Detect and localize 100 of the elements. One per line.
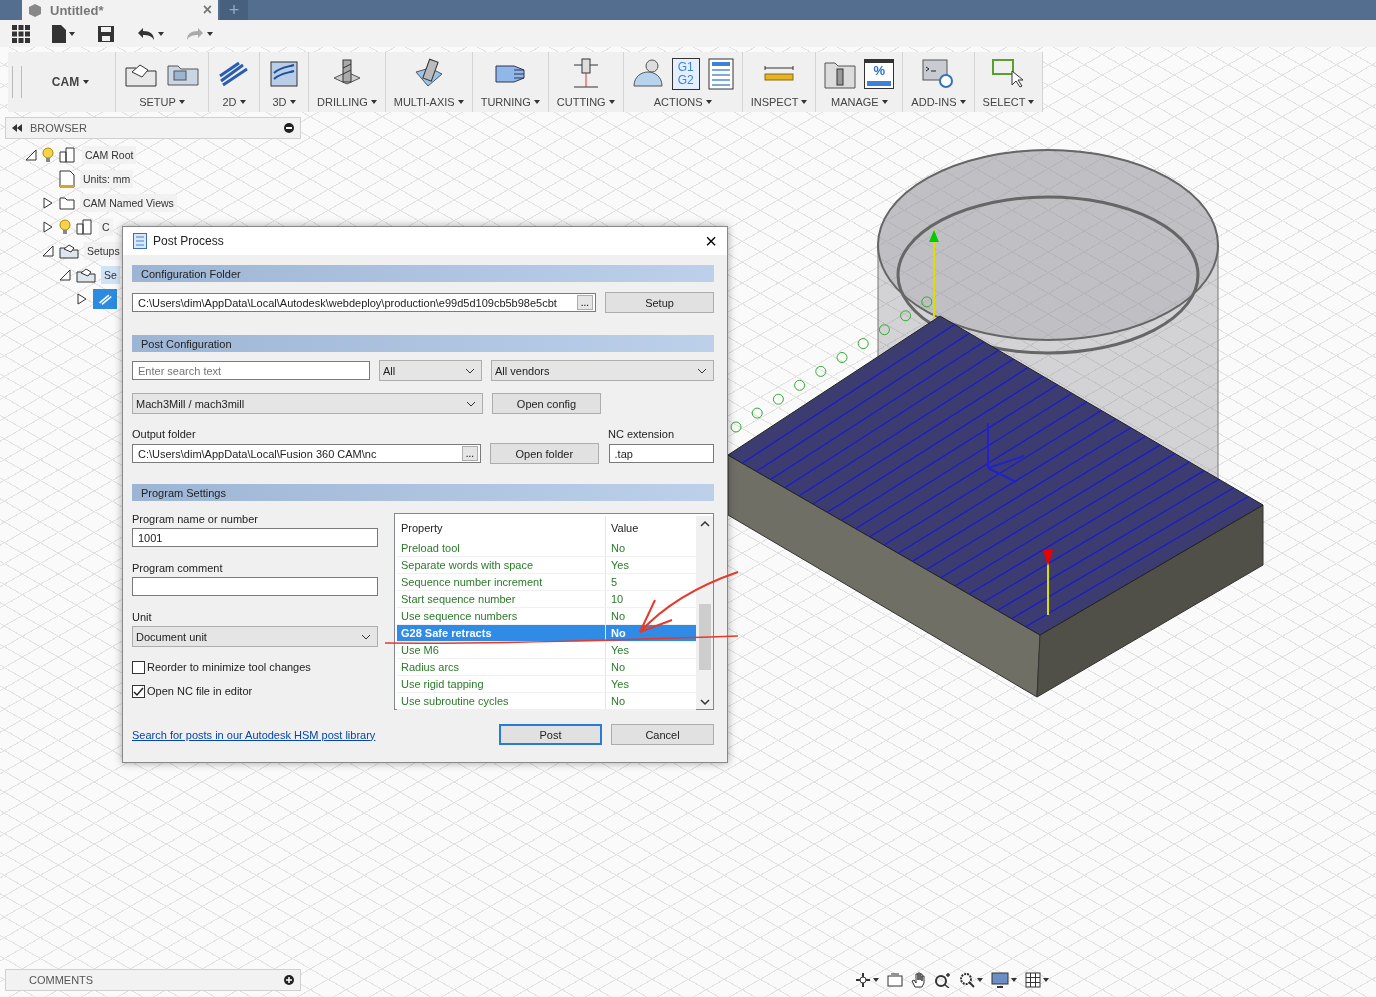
program-name-field[interactable]: 1001 — [132, 528, 378, 547]
file-menu-button[interactable] — [52, 24, 75, 43]
grid-button[interactable] — [1025, 972, 1049, 988]
tab-title: Untitled* — [50, 2, 105, 18]
chevron-down-icon — [697, 367, 707, 374]
grip-handle[interactable] — [12, 66, 22, 98]
caret-icon — [289, 100, 296, 104]
filter-dropdown[interactable]: All — [378, 360, 482, 381]
property-row[interactable]: Preload tool No — [397, 540, 696, 557]
property-row[interactable]: Use M6 Yes — [397, 642, 696, 659]
minus-circle-icon[interactable] — [284, 123, 294, 133]
pan-hand-icon[interactable] — [911, 972, 927, 988]
section-header: Post Configuration — [132, 335, 714, 352]
expand-arrow-icon[interactable] — [42, 197, 54, 209]
look-at-icon[interactable] — [887, 973, 903, 987]
caret-icon — [1028, 100, 1035, 104]
property-row[interactable]: Use subroutine cycles No — [397, 693, 696, 710]
sheet-icon — [707, 58, 734, 90]
collapse-panel-icon[interactable] — [12, 124, 22, 132]
cancel-button[interactable]: Cancel — [611, 724, 714, 745]
post-library-link[interactable]: Search for posts in our Autodesk HSM post library — [132, 728, 499, 741]
post-button[interactable]: Post — [499, 724, 602, 745]
tree-item[interactable]: Se — [101, 266, 120, 284]
caret-icon — [873, 978, 879, 982]
tree-item[interactable]: CAM Named Views — [80, 194, 177, 212]
tree-item[interactable]: Setups — [84, 242, 123, 260]
collapse-arrow-icon[interactable] — [25, 149, 37, 161]
property-row[interactable]: Radius arcs No — [397, 659, 696, 676]
ribbon-menu-button[interactable]: MULTI-AXIS — [393, 96, 464, 108]
ribbon-menu-button[interactable]: ADD-INS — [911, 96, 966, 108]
property-row[interactable]: Separate words with space Yes — [397, 557, 696, 574]
chevron-down-icon — [361, 633, 371, 640]
scroll-down-icon[interactable] — [699, 698, 710, 706]
extension-field[interactable]: .tap — [608, 444, 714, 463]
vendor-dropdown[interactable]: All vendors — [491, 360, 714, 381]
close-tab-button[interactable]: × — [202, 1, 212, 19]
caret-icon — [959, 100, 966, 104]
expand-arrow-icon[interactable] — [76, 293, 88, 305]
panel-title: BROWSER — [30, 122, 88, 134]
path-field[interactable]: C:\Users\dim\AppData\Local\Autodesk\webdeploy\production\e99d5d109cb5b98e5cbt ... — [132, 293, 596, 312]
fit-button[interactable] — [959, 972, 983, 988]
property-row[interactable]: Sequence number increment 5 — [397, 574, 696, 591]
tree-item[interactable]: C — [99, 218, 113, 236]
collapse-arrow-icon[interactable] — [59, 269, 71, 281]
caret-icon — [178, 100, 185, 104]
display-button[interactable] — [991, 972, 1017, 988]
zoom-icon[interactable] — [935, 972, 951, 988]
grid-menu-icon[interactable] — [12, 24, 30, 43]
ribbon-menu-button[interactable]: CUTTING — [556, 96, 615, 108]
caret-icon — [239, 100, 246, 104]
scroll-up-icon[interactable] — [699, 520, 710, 528]
ribbon-menu-button[interactable]: MANAGE — [831, 96, 888, 108]
expand-arrow-icon[interactable] — [42, 221, 54, 233]
ribbon-menu-button[interactable]: SETUP — [139, 96, 185, 108]
ribbon-menu-button[interactable]: 2D — [222, 96, 246, 108]
close-button[interactable]: × — [705, 231, 717, 251]
ribbon-menu-button[interactable]: SELECT — [982, 96, 1035, 108]
tree-item[interactable]: CAM Root — [82, 146, 137, 164]
ribbon-menu-button[interactable]: 3D — [272, 96, 296, 108]
save-icon[interactable] — [97, 24, 115, 43]
open-config-button[interactable]: Open config — [492, 393, 601, 414]
property-row[interactable]: G28 Safe retracts No — [397, 625, 696, 642]
column-header: Value — [610, 521, 640, 536]
unit-dropdown[interactable]: Document unit — [132, 626, 378, 647]
workspace-menu[interactable]: CAM — [26, 52, 116, 112]
ribbon-menu-button[interactable]: INSPECT — [750, 96, 808, 108]
property-row[interactable]: Use rigid tapping Yes — [397, 676, 696, 693]
post-dropdown[interactable]: Mach3Mill / mach3mill — [132, 393, 483, 414]
caret-icon — [83, 80, 90, 84]
browse-button[interactable]: ... — [576, 295, 593, 310]
open-folder-button[interactable]: Open folder — [490, 443, 599, 464]
property-row[interactable]: Start sequence number 10 — [397, 591, 696, 608]
scrollbar-thumb[interactable] — [698, 604, 711, 670]
setup-button[interactable]: Setup — [605, 292, 714, 313]
program-comment-field[interactable] — [132, 577, 378, 596]
ribbon-menu-button[interactable]: TURNING — [480, 96, 540, 108]
redo-button[interactable] — [186, 26, 213, 41]
surface-icon — [268, 59, 300, 89]
caret-icon — [608, 100, 615, 104]
checkbox-label: Open NC file in editor — [147, 685, 253, 697]
collapse-arrow-icon[interactable] — [42, 245, 54, 257]
search-field[interactable]: Enter search text — [132, 361, 370, 380]
tree-item[interactable]: Units: mm — [80, 170, 134, 188]
bulb-icon — [59, 219, 71, 235]
caret-icon — [1043, 978, 1049, 982]
ribbon-menu-button[interactable]: DRILLING — [317, 96, 377, 108]
browse-button[interactable]: ... — [461, 446, 479, 461]
panel-title: COMMENTS — [29, 974, 95, 986]
dialog-title: Post Process — [153, 234, 225, 248]
undo-button[interactable] — [137, 26, 164, 41]
chevron-down-icon — [465, 367, 475, 374]
document-tab[interactable]: Untitled* × — [22, 0, 218, 20]
ribbon-menu-button[interactable]: ACTIONS — [653, 96, 712, 108]
orbit-button[interactable] — [855, 972, 879, 988]
plus-circle-icon[interactable] — [284, 975, 294, 985]
checkbox[interactable] — [132, 660, 145, 674]
tree-item[interactable] — [93, 289, 117, 309]
output-folder-field[interactable]: C:\Users\dim\AppData\Local\Fusion 360 CAM\nc ... — [132, 444, 482, 463]
checkbox[interactable] — [132, 684, 145, 698]
folder-icon — [59, 196, 75, 210]
